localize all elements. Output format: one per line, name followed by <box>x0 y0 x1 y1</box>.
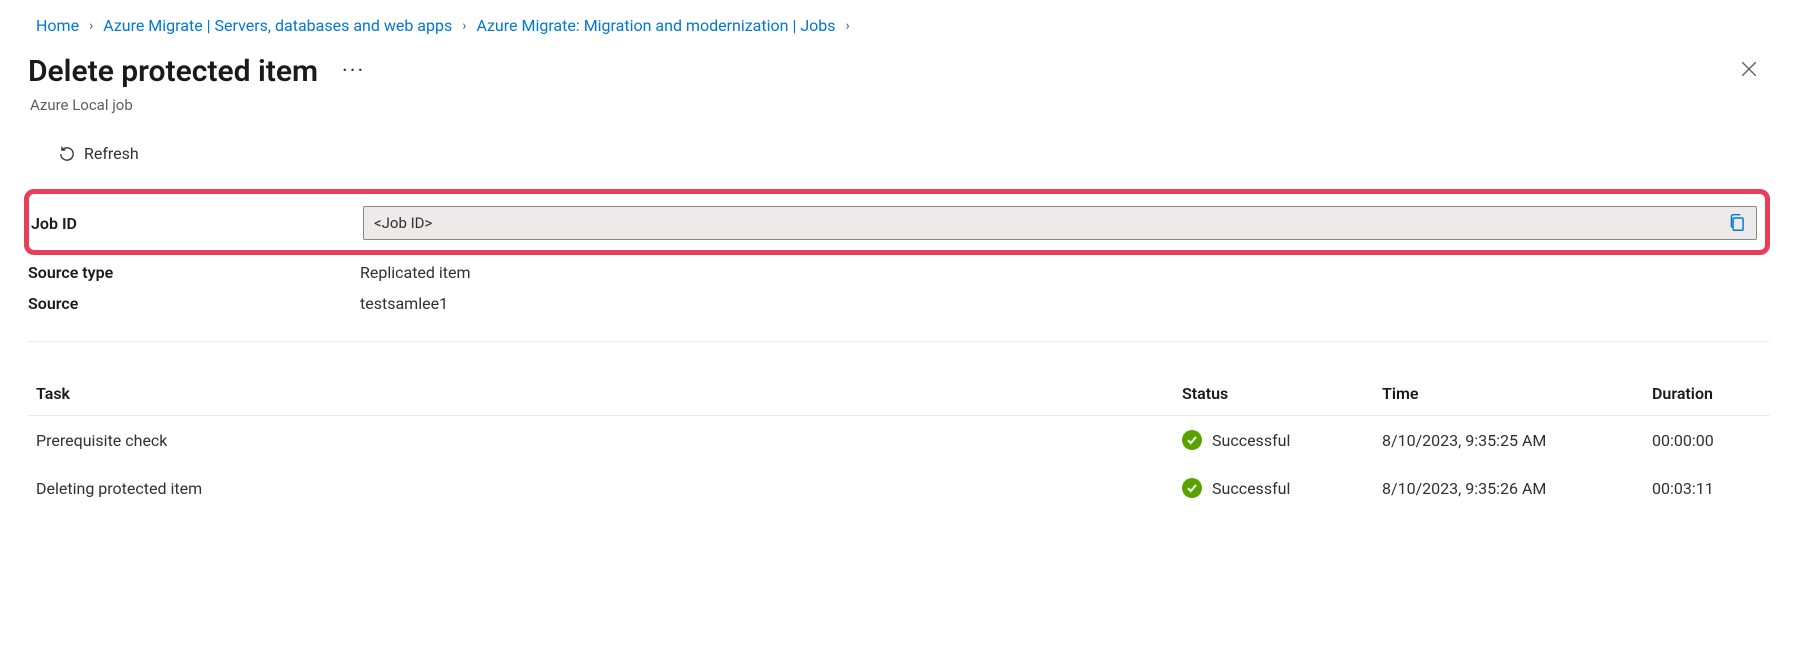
breadcrumb: Home › Azure Migrate | Servers, database… <box>28 14 1770 53</box>
job-properties: Job ID <Job ID> Source type Replicated i… <box>28 189 1770 319</box>
source-type-value: Replicated item <box>360 263 471 282</box>
refresh-label: Refresh <box>84 144 139 163</box>
close-icon <box>1740 60 1758 78</box>
task-time: 8/10/2023, 9:35:25 AM <box>1382 431 1652 450</box>
source-label: Source <box>28 294 360 313</box>
more-actions-button[interactable]: ··· <box>338 59 369 84</box>
task-name: Prerequisite check <box>36 431 1182 450</box>
chevron-right-icon: › <box>89 18 93 34</box>
success-icon <box>1182 478 1202 498</box>
table-row: Deleting protected item Successful 8/10/… <box>28 464 1770 512</box>
refresh-icon <box>58 145 76 163</box>
col-header-time: Time <box>1382 384 1652 403</box>
page-title: Delete protected item <box>28 54 318 89</box>
page-subtitle: Azure Local job <box>28 96 1770 114</box>
tasks-table: Task Status Time Duration Prerequisite c… <box>28 372 1770 512</box>
task-status: Successful <box>1212 431 1290 450</box>
task-status: Successful <box>1212 479 1290 498</box>
chevron-right-icon: › <box>846 18 850 34</box>
copy-button[interactable] <box>1728 213 1746 233</box>
divider <box>28 341 1770 342</box>
col-header-task: Task <box>36 384 1182 403</box>
task-duration: 00:03:11 <box>1652 479 1762 498</box>
close-button[interactable] <box>1728 53 1770 90</box>
chevron-right-icon: › <box>462 18 466 34</box>
source-type-label: Source type <box>28 263 360 282</box>
table-header: Task Status Time Duration <box>28 372 1770 416</box>
col-header-status: Status <box>1182 384 1382 403</box>
task-name: Deleting protected item <box>36 479 1182 498</box>
copy-icon <box>1728 213 1746 233</box>
job-id-field[interactable]: <Job ID> <box>363 206 1757 240</box>
job-id-value: <Job ID> <box>374 214 432 232</box>
job-id-label: Job ID <box>31 214 363 233</box>
breadcrumb-home[interactable]: Home <box>36 16 79 35</box>
breadcrumb-jobs[interactable]: Azure Migrate: Migration and modernizati… <box>476 16 835 35</box>
refresh-button[interactable]: Refresh <box>58 144 1770 163</box>
table-row: Prerequisite check Successful 8/10/2023,… <box>28 416 1770 464</box>
source-value: testsamlee1 <box>360 294 448 313</box>
breadcrumb-servers[interactable]: Azure Migrate | Servers, databases and w… <box>103 16 452 35</box>
success-icon <box>1182 430 1202 450</box>
task-time: 8/10/2023, 9:35:26 AM <box>1382 479 1652 498</box>
col-header-duration: Duration <box>1652 384 1762 403</box>
task-duration: 00:00:00 <box>1652 431 1762 450</box>
highlight-jobid: Job ID <Job ID> <box>24 189 1770 255</box>
